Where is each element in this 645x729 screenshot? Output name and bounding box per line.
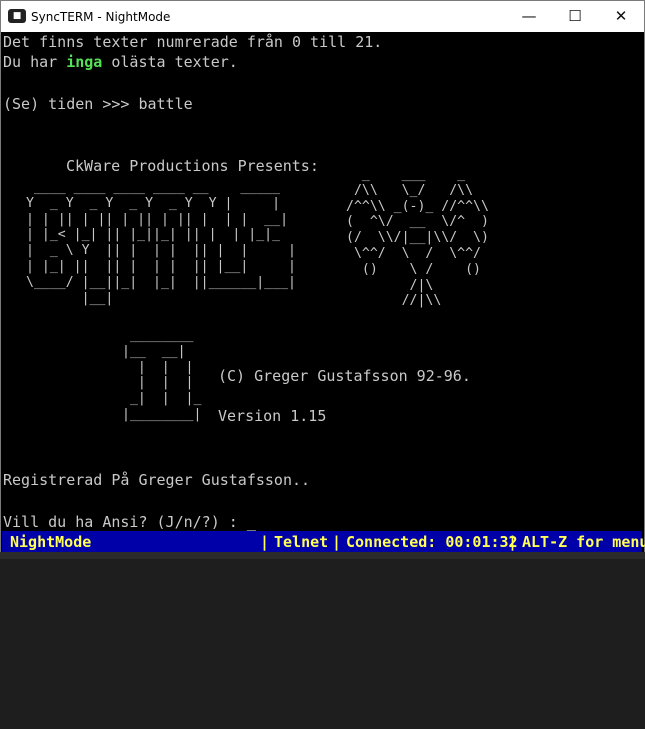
roman-numeral-art: ________ |__ __| | | | | | | _| | |_ |__…: [122, 328, 202, 422]
syncterm-app-icon[interactable]: ■: [8, 9, 26, 23]
copyright-line: (C) Greger Gustafsson 92-96.: [218, 367, 471, 385]
version-line: Version 1.15: [218, 407, 327, 425]
status-name: NightMode: [10, 533, 92, 551]
title-bar[interactable]: ■ SyncTERM - NightMode — ☐ ✕: [1, 1, 644, 32]
close-button[interactable]: ✕: [598, 1, 644, 32]
status-separator: |: [508, 533, 518, 551]
status-connected: Connected: 00:01:32: [346, 533, 518, 551]
text-cursor: _: [246, 513, 256, 531]
unread-prefix: Du har: [3, 53, 67, 71]
terminal-screen[interactable]: Det finns texter numrerade från 0 till 2…: [2, 32, 642, 531]
battle-logo-art: ____ ____ ____ ____ __ _____ Y _ Y _ Y _…: [26, 180, 296, 306]
ansi-prompt: Vill du ha Ansi? (J/n/?) :: [3, 513, 247, 531]
command-prompt: (Se) tiden >>> battle: [3, 95, 193, 113]
taskbar-strip: [0, 552, 645, 559]
maximize-button[interactable]: ☐: [552, 1, 598, 32]
status-bar: NightMode | Telnet | Connected: 00:01:32…: [2, 531, 645, 553]
ansi-prompt-line[interactable]: Vill du ha Ansi? (J/n/?) : _: [3, 512, 256, 531]
creature-art: _ ___ _ /\\ \_/ /\\ /^^\\ _(-)_ //^^\\ (…: [346, 167, 489, 309]
status-help: ALT-Z for menu: [522, 533, 645, 551]
minimize-button[interactable]: —: [506, 1, 552, 32]
status-protocol: Telnet: [274, 533, 329, 551]
window-title: SyncTERM - NightMode: [31, 10, 171, 24]
unread-line: Du har inga olästa texter.: [3, 52, 238, 72]
presents-line: CkWare Productions Presents:: [66, 157, 319, 175]
syncterm-window: ■ SyncTERM - NightMode — ☐ ✕ Det finns t…: [0, 0, 645, 557]
text-count-line: Det finns texter numrerade från 0 till 2…: [3, 33, 383, 51]
unread-count: inga: [66, 53, 103, 71]
registered-line: Registrerad På Greger Gustafsson..: [3, 471, 311, 489]
status-separator: |: [332, 533, 342, 551]
status-separator: |: [260, 533, 270, 551]
unread-suffix: olästa texter.: [102, 53, 238, 71]
